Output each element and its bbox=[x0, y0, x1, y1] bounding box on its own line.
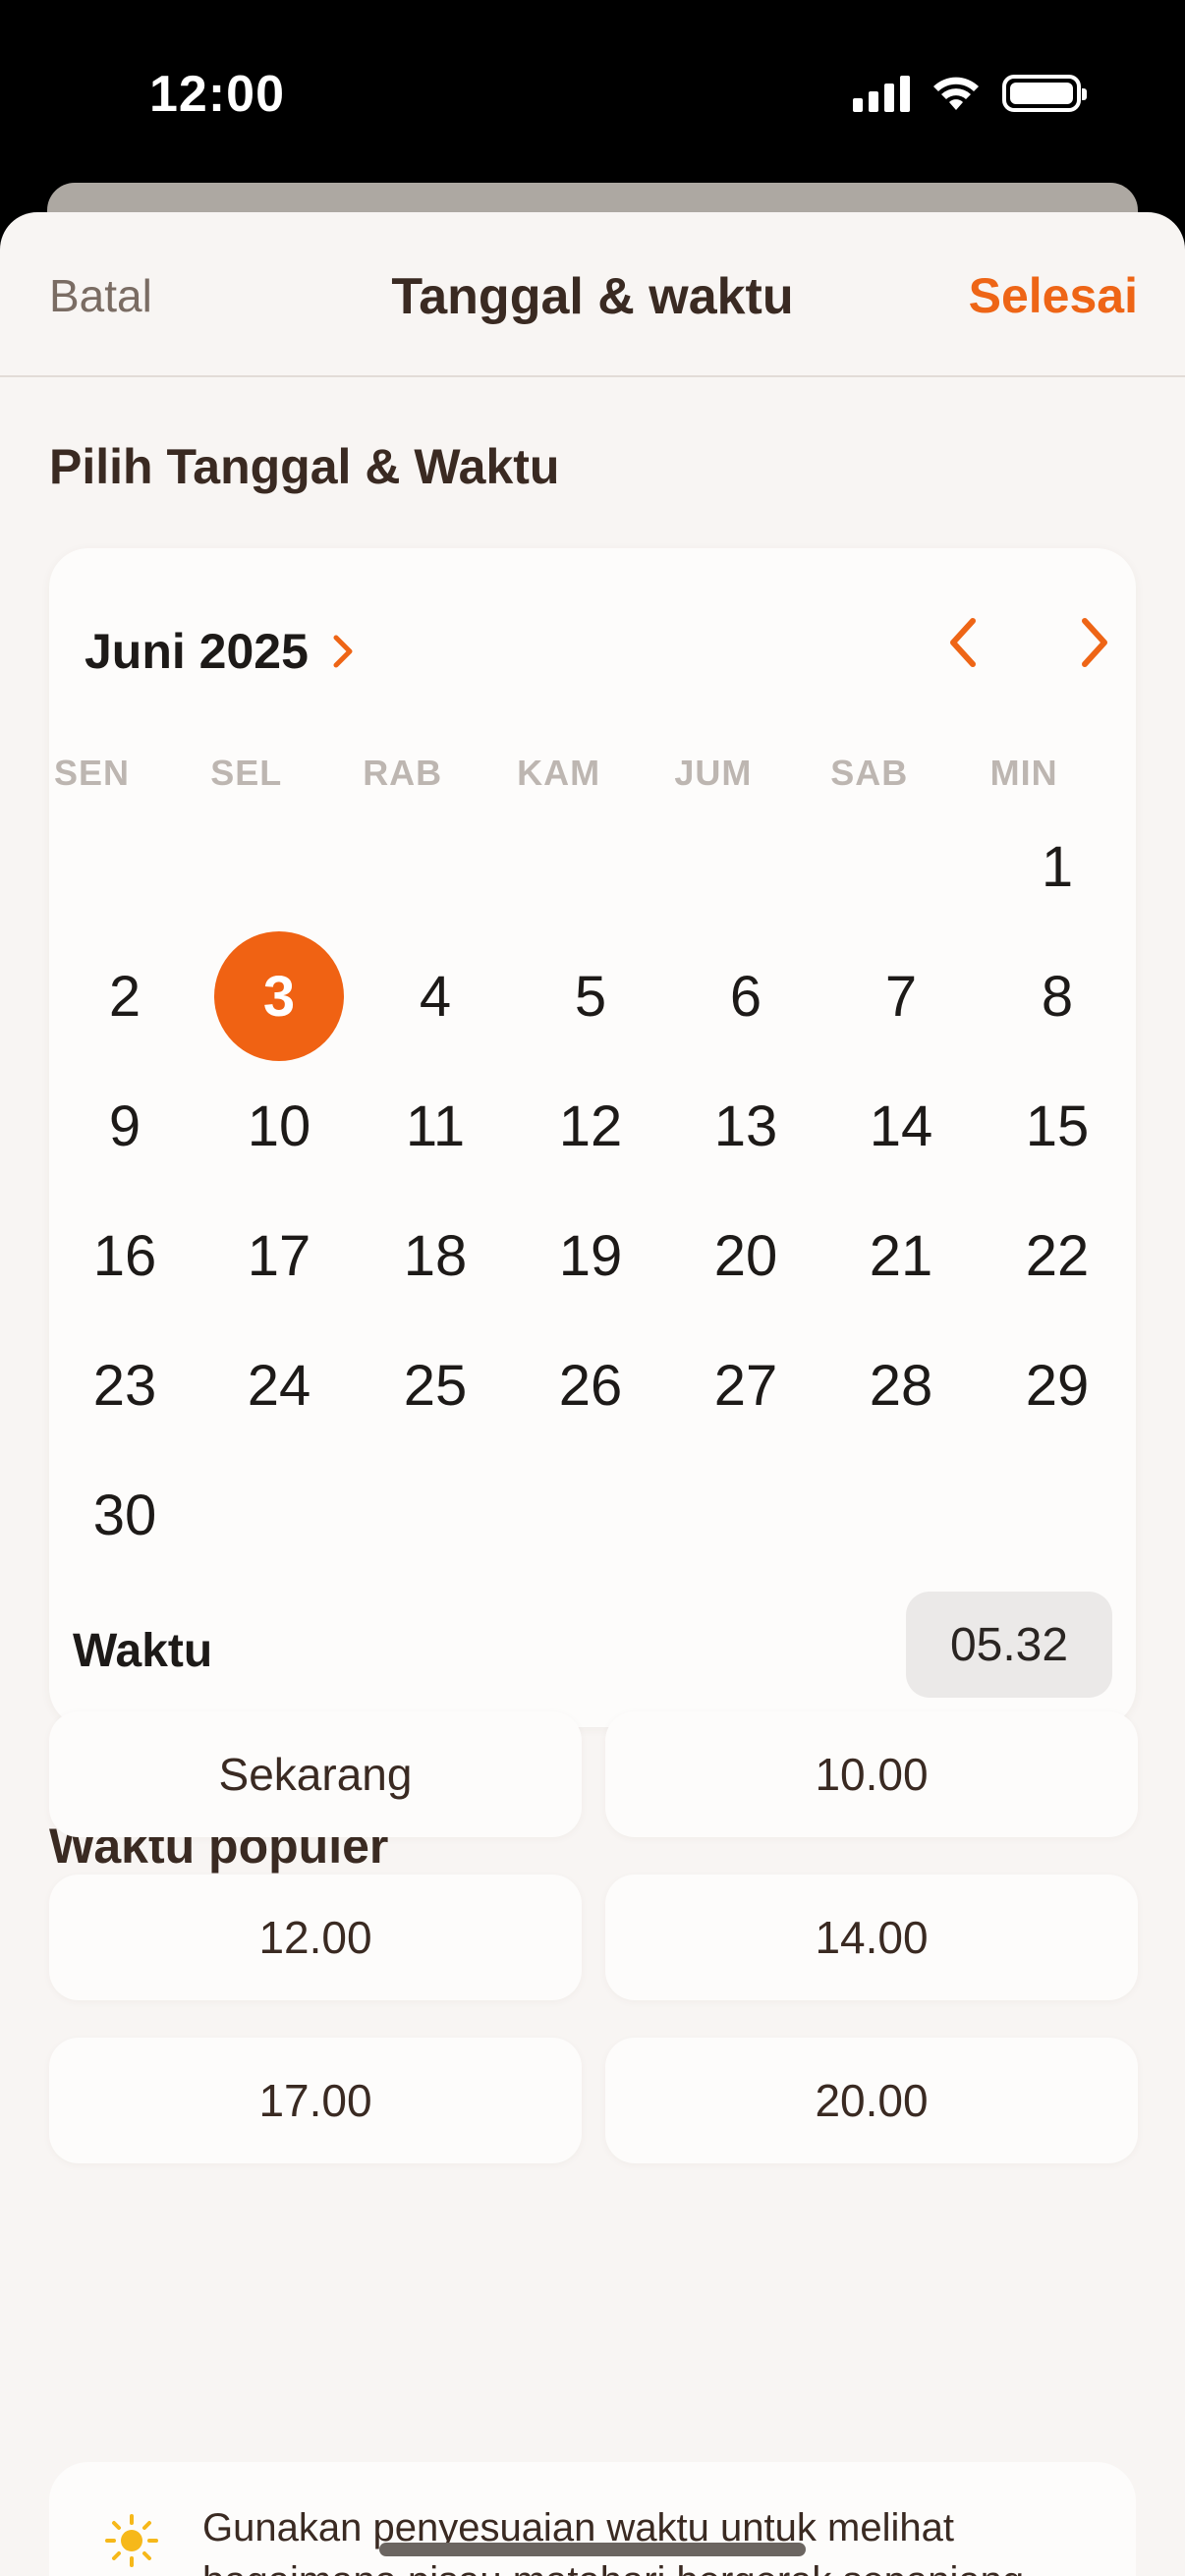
calendar-day[interactable]: 4 bbox=[370, 931, 500, 1061]
time-label: Waktu bbox=[73, 1625, 213, 1677]
calendar-day[interactable]: 11 bbox=[370, 1061, 500, 1191]
calendar-day[interactable]: 30 bbox=[60, 1450, 190, 1580]
month-label: Juni 2025 bbox=[85, 624, 309, 679]
weekday-header: SEN SEL RAB KAM JUM SAB MIN bbox=[49, 753, 1136, 802]
wifi-icon bbox=[933, 77, 979, 110]
date-time-sheet: Batal Tanggal & waktu Selesai Pilih Tang… bbox=[0, 212, 1185, 2576]
weekday-label: RAB bbox=[363, 753, 443, 793]
calendar-day[interactable]: 1 bbox=[992, 802, 1122, 931]
section-title-pick: Pilih Tanggal & Waktu bbox=[49, 439, 560, 494]
calendar-day[interactable]: 14 bbox=[836, 1061, 966, 1191]
weekday-label: SEL bbox=[210, 753, 283, 793]
popular-time-button[interactable]: 20.00 bbox=[605, 2038, 1138, 2163]
battery-icon bbox=[1002, 75, 1087, 112]
chevron-left-icon bbox=[950, 618, 976, 667]
calendar-day[interactable]: 26 bbox=[526, 1320, 655, 1450]
status-icons bbox=[853, 75, 1087, 112]
calendar-card: Juni 2025 SEN SEL RAB KAM JUM SAB MIN 12345678… bbox=[49, 548, 1136, 1727]
calendar-day[interactable]: 6 bbox=[681, 931, 811, 1061]
calendar-day[interactable]: 13 bbox=[681, 1061, 811, 1191]
cellular-signal-icon bbox=[853, 75, 910, 112]
calendar-day[interactable]: 20 bbox=[681, 1191, 811, 1320]
calendar-day[interactable]: 24 bbox=[214, 1320, 344, 1450]
info-card: Gunakan penyesuaian waktu untuk melihat … bbox=[49, 2462, 1136, 2576]
calendar-day[interactable]: 10 bbox=[214, 1061, 344, 1191]
calendar-day[interactable]: 25 bbox=[370, 1320, 500, 1450]
calendar-day[interactable]: 19 bbox=[526, 1191, 655, 1320]
weekday-label: SAB bbox=[830, 753, 909, 793]
popular-time-button[interactable]: 17.00 bbox=[49, 2038, 582, 2163]
home-indicator bbox=[379, 2543, 806, 2556]
calendar-day[interactable]: 29 bbox=[992, 1320, 1122, 1450]
calendar-day[interactable]: 9 bbox=[60, 1061, 190, 1191]
popular-time-button[interactable]: 14.00 bbox=[605, 1875, 1138, 2000]
calendar-day[interactable]: 22 bbox=[992, 1191, 1122, 1320]
calendar-day[interactable]: 12 bbox=[526, 1061, 655, 1191]
status-bar: 12:00 bbox=[0, 0, 1185, 187]
nav-bar: Batal Tanggal & waktu Selesai bbox=[0, 212, 1185, 377]
info-text: Gunakan penyesuaian waktu untuk melihat … bbox=[202, 2506, 1024, 2576]
calendar-day-selected[interactable]: 3 bbox=[214, 931, 344, 1061]
calendar-day[interactable]: 16 bbox=[60, 1191, 190, 1320]
weekday-label: MIN bbox=[989, 753, 1058, 793]
calendar-day[interactable]: 8 bbox=[992, 931, 1122, 1061]
weekday-label: SEN bbox=[53, 753, 131, 793]
calendar-day[interactable]: 28 bbox=[836, 1320, 966, 1450]
calendar-day[interactable]: 17 bbox=[214, 1191, 344, 1320]
chevron-right-icon bbox=[333, 635, 353, 668]
time-picker-button[interactable]: 05.32 bbox=[906, 1592, 1112, 1698]
calendar-day[interactable]: 27 bbox=[681, 1320, 811, 1450]
month-year-picker[interactable]: Juni 2025 bbox=[85, 623, 362, 680]
weekday-label: KAM bbox=[517, 753, 601, 793]
next-month-button[interactable] bbox=[1065, 611, 1124, 674]
calendar-day[interactable]: 5 bbox=[526, 931, 655, 1061]
weekday-label: JUM bbox=[674, 753, 753, 793]
popular-time-button[interactable]: 12.00 bbox=[49, 1875, 582, 2000]
calendar-day[interactable]: 15 bbox=[992, 1061, 1122, 1191]
popular-time-button[interactable]: 10.00 bbox=[605, 1711, 1138, 1837]
calendar-day[interactable]: 23 bbox=[60, 1320, 190, 1450]
calendar-day[interactable]: 7 bbox=[836, 931, 966, 1061]
previous-month-button[interactable] bbox=[933, 611, 992, 674]
calendar-day[interactable]: 21 bbox=[836, 1191, 966, 1320]
calendar-day[interactable]: 18 bbox=[370, 1191, 500, 1320]
status-time: 12:00 bbox=[149, 66, 285, 123]
done-button[interactable]: Selesai bbox=[969, 267, 1138, 324]
calendar-day[interactable]: 2 bbox=[60, 931, 190, 1061]
chevron-right-icon bbox=[1082, 618, 1107, 667]
popular-time-button[interactable]: Sekarang bbox=[49, 1711, 582, 1837]
sun-icon bbox=[105, 2514, 158, 2567]
